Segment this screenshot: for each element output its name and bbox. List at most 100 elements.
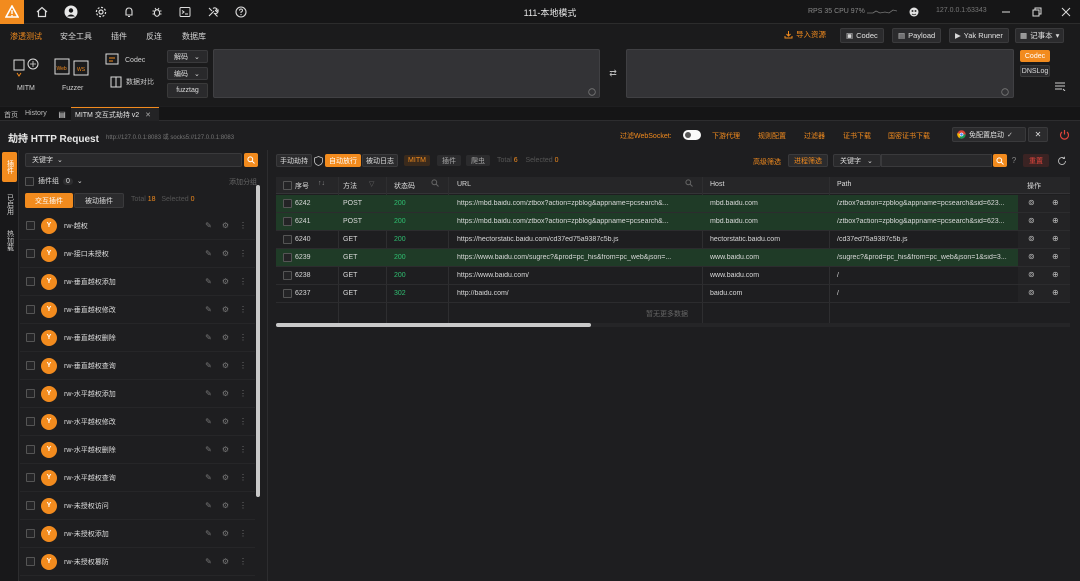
crawler-tag[interactable]: 爬虫: [466, 155, 490, 166]
tools-icon[interactable]: [205, 4, 221, 20]
plugin-list-item[interactable]: Yrw-未授权添加 ✎ ⚙ ⋮: [20, 520, 255, 548]
more-icon[interactable]: ⋮: [239, 557, 247, 566]
puzzle-icon[interactable]: ⚙: [222, 277, 229, 286]
row-checkbox[interactable]: [283, 235, 292, 244]
mitm-label[interactable]: MITM: [17, 85, 35, 92]
plugin-checkbox[interactable]: [26, 361, 35, 370]
fuzzer-label[interactable]: Fuzzer: [62, 85, 83, 92]
engine-status-icon[interactable]: [907, 5, 921, 19]
plugin-checkbox[interactable]: [26, 389, 35, 398]
plugin-list-item[interactable]: Yrw-水平越权删除 ✎ ⚙ ⋮: [20, 436, 255, 464]
reset-button[interactable]: 重置: [1023, 154, 1049, 167]
menu-database[interactable]: 数据库: [182, 31, 206, 42]
view-detail-icon[interactable]: ⊚: [1028, 234, 1035, 243]
puzzle-icon[interactable]: ⚙: [222, 361, 229, 370]
view-detail-icon[interactable]: ⊚: [1028, 252, 1035, 261]
plugin-checkbox[interactable]: [26, 445, 35, 454]
more-icon[interactable]: ⋮: [239, 249, 247, 258]
start-free-config-button[interactable]: 免配置启动 ✓: [952, 127, 1026, 142]
row-checkbox[interactable]: [283, 199, 292, 208]
filter-websocket-toggle[interactable]: [683, 130, 701, 140]
process-filter-button[interactable]: 进程筛选: [788, 154, 828, 167]
edit-icon[interactable]: ✎: [205, 529, 212, 538]
header-select-all-checkbox[interactable]: [283, 181, 292, 190]
cert-download-link[interactable]: 证书下载: [843, 131, 871, 141]
settings-gear-icon[interactable]: [93, 4, 109, 20]
menu-reverse[interactable]: 反连: [146, 31, 162, 42]
view-detail-icon[interactable]: ⊚: [1028, 198, 1035, 207]
plugin-checkbox[interactable]: [26, 473, 35, 482]
edit-icon[interactable]: ✎: [205, 389, 212, 398]
open-arrow-icon[interactable]: ⊕: [1052, 270, 1059, 279]
plugin-list-item[interactable]: Yrw-垂直越权添加 ✎ ⚙ ⋮: [20, 268, 255, 296]
traffic-search-icon[interactable]: [993, 154, 1007, 167]
notebook-button[interactable]: ▦ 记事本 ▾: [1015, 28, 1065, 43]
more-icon[interactable]: ⋮: [239, 221, 247, 230]
tab-mitm[interactable]: MITM 交互式劫持 v2 ✕: [71, 107, 159, 121]
plugin-checkbox[interactable]: [26, 557, 35, 566]
plugin-checkbox[interactable]: [26, 417, 35, 426]
open-arrow-icon[interactable]: ⊕: [1052, 234, 1059, 243]
codec-side-button[interactable]: Codec: [1020, 50, 1050, 62]
table-row[interactable]: 6242 POST 200 https://mbd.baidu.com/ztbox?a…: [276, 195, 1018, 213]
encode-dropdown[interactable]: 编码 ⌄: [167, 67, 208, 80]
payload-button[interactable]: ▤ Payload: [892, 28, 942, 43]
more-icon[interactable]: ⋮: [239, 305, 247, 314]
plugin-checkbox[interactable]: [26, 333, 35, 342]
puzzle-icon[interactable]: ⚙: [222, 557, 229, 566]
menu-pentest[interactable]: 渗透测试: [10, 31, 42, 42]
minimize-icon[interactable]: [999, 5, 1013, 19]
restore-icon[interactable]: [1030, 5, 1044, 19]
rule-config-link[interactable]: 规则配置: [758, 131, 786, 141]
copy-output-icon[interactable]: [1000, 87, 1009, 96]
terminal-icon[interactable]: [177, 4, 193, 20]
tab-menu-icon[interactable]: ▤: [57, 109, 67, 119]
column-header-host[interactable]: Host: [710, 181, 724, 188]
edit-icon[interactable]: ✎: [205, 557, 212, 566]
codec-button[interactable]: ▣ Codec: [840, 28, 884, 43]
puzzle-icon[interactable]: ⚙: [222, 501, 229, 510]
puzzle-icon[interactable]: ⚙: [222, 529, 229, 538]
menu-plugins[interactable]: 插件: [111, 31, 127, 42]
collapse-ribbon-icon[interactable]: [1053, 80, 1067, 92]
yakit-logo-icon[interactable]: [0, 0, 24, 24]
codec-input-textarea[interactable]: [213, 49, 600, 98]
fuzzer-icon[interactable]: Web WS: [52, 56, 94, 78]
mitm-icon[interactable]: [10, 56, 42, 78]
yak-runner-button[interactable]: ▶ Yak Runner: [949, 28, 1009, 43]
table-row[interactable]: 6240 GET 200 https://hectorstatic.baidu.com…: [276, 231, 1018, 249]
keyword-select[interactable]: 关键字 ⌄: [833, 154, 881, 167]
dnslog-button[interactable]: DNSLog: [1020, 65, 1050, 77]
plugin-checkbox[interactable]: [26, 305, 35, 314]
open-arrow-icon[interactable]: ⊕: [1052, 252, 1059, 261]
edit-icon[interactable]: ✎: [205, 249, 212, 258]
power-icon[interactable]: [1058, 128, 1071, 141]
auto-pass-button[interactable]: 自动放行: [325, 154, 361, 167]
column-header-status[interactable]: 状态码: [394, 181, 415, 191]
plugin-checkbox[interactable]: [26, 221, 35, 230]
bug-icon[interactable]: [149, 4, 165, 20]
rail-tab-hotload[interactable]: 热加载: [2, 225, 17, 255]
sort-icon[interactable]: ↑↓: [318, 180, 325, 187]
table-row[interactable]: 6239 GET 200 https://www.baidu.com/sugrec?&…: [276, 249, 1018, 267]
plugin-checkbox[interactable]: [26, 529, 35, 538]
status-search-icon[interactable]: [431, 179, 439, 189]
column-header-id[interactable]: 序号: [295, 181, 309, 191]
puzzle-icon[interactable]: ⚙: [222, 333, 229, 342]
plugin-list-item[interactable]: Yrw-水平越权查询 ✎ ⚙ ⋮: [20, 464, 255, 492]
plugin-list-item[interactable]: Yrw-垂直越权查询 ✎ ⚙ ⋮: [20, 352, 255, 380]
codec-output-textarea[interactable]: [626, 49, 1014, 98]
plugin-list-item[interactable]: Yrw-未授权访问 ✎ ⚙ ⋮: [20, 492, 255, 520]
tab-interactive-plugins[interactable]: 交互插件: [25, 193, 73, 208]
plugin-keyword-select[interactable]: 关键字 ⌄: [25, 153, 242, 167]
help-icon[interactable]: [233, 4, 249, 20]
codec-tool[interactable]: Codec: [105, 53, 145, 67]
row-checkbox[interactable]: [283, 253, 292, 262]
copy-icon[interactable]: [587, 87, 596, 96]
edit-icon[interactable]: ✎: [205, 333, 212, 342]
tab-passive-plugins[interactable]: 被动插件: [74, 193, 124, 208]
edit-icon[interactable]: ✎: [205, 501, 212, 510]
filter-funnel-icon[interactable]: ▽: [369, 180, 374, 188]
plugin-checkbox[interactable]: [26, 501, 35, 510]
data-compare-tool[interactable]: 数据对比: [110, 76, 154, 88]
